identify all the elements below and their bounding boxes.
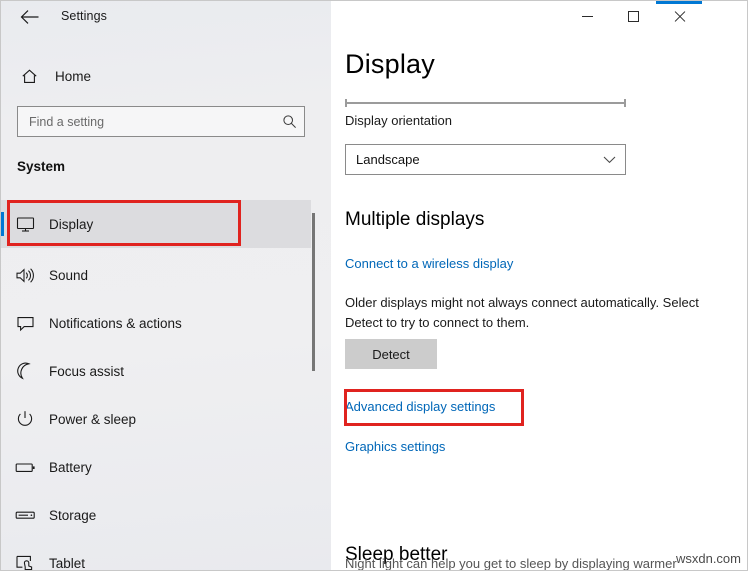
search-box[interactable]	[17, 106, 305, 137]
page-title: Display	[345, 49, 435, 79]
scrollbar-track[interactable]	[345, 102, 626, 104]
advanced-display-settings-link[interactable]: Advanced display settings	[345, 399, 495, 414]
sidebar-item-display[interactable]: Display	[1, 200, 311, 248]
sidebar-item-home[interactable]: Home	[11, 61, 301, 91]
sidebar-home-label: Home	[55, 68, 92, 84]
minimize-icon	[581, 16, 593, 17]
display-orientation-value: Landscape	[356, 152, 420, 167]
sidebar-section-title: System	[17, 159, 66, 174]
scrollbar-cap-right	[624, 99, 626, 107]
horizontal-scrollbar[interactable]	[345, 99, 626, 107]
speaker-icon	[1, 267, 49, 284]
sidebar-scrollbar[interactable]	[310, 191, 316, 570]
selection-accent-bar	[1, 212, 4, 236]
watermark: wsxdn.com	[675, 551, 741, 566]
maximize-button[interactable]	[610, 1, 656, 32]
sidebar: Home System	[1, 1, 331, 571]
monitor-icon	[1, 216, 49, 233]
moon-icon	[1, 362, 49, 380]
battery-icon	[1, 461, 49, 474]
title-bar: Settings	[1, 1, 747, 33]
multiple-displays-description: Older displays might not always connect …	[345, 295, 699, 330]
sidebar-item-power-sleep[interactable]: Power & sleep	[1, 395, 311, 443]
sidebar-item-label: Focus assist	[49, 363, 125, 379]
sidebar-item-battery[interactable]: Battery	[1, 443, 311, 491]
minimize-button[interactable]	[564, 1, 610, 32]
sidebar-item-label: Storage	[49, 507, 97, 523]
power-icon	[1, 410, 49, 428]
multiple-displays-heading: Multiple displays	[345, 209, 485, 230]
detect-button[interactable]: Detect	[345, 339, 437, 369]
sidebar-item-label: Display	[49, 216, 94, 232]
connect-wireless-display-link[interactable]: Connect to a wireless display	[345, 256, 513, 271]
sidebar-item-label: Power & sleep	[49, 411, 137, 427]
home-icon	[11, 68, 47, 85]
graphics-settings-link[interactable]: Graphics settings	[345, 439, 445, 454]
sidebar-item-sound[interactable]: Sound	[1, 251, 311, 299]
close-button[interactable]	[656, 1, 702, 32]
sidebar-item-storage[interactable]: Storage	[1, 491, 311, 539]
window-focus-accent	[656, 1, 702, 4]
chat-bubble-icon	[1, 315, 49, 332]
sidebar-item-tablet[interactable]: Tablet	[1, 539, 311, 571]
back-button[interactable]	[11, 3, 49, 31]
sidebar-item-focus-assist[interactable]: Focus assist	[1, 347, 311, 395]
chevron-down-icon[interactable]	[593, 156, 625, 164]
search-input[interactable]	[18, 114, 274, 129]
sidebar-scrollbar-thumb[interactable]	[312, 213, 315, 371]
settings-window: Home System	[0, 0, 748, 571]
sidebar-item-label: Battery	[49, 459, 92, 475]
search-icon[interactable]	[274, 114, 304, 129]
sidebar-item-label: Sound	[49, 267, 89, 283]
display-orientation-select[interactable]: Landscape	[345, 144, 626, 175]
app-title: Settings	[61, 9, 107, 23]
close-icon	[673, 10, 686, 23]
display-orientation-label: Display orientation	[345, 113, 452, 128]
sidebar-item-label: Notifications & actions	[49, 315, 182, 331]
content-pane: Display Display orientation Landscape Mu…	[331, 1, 747, 570]
tablet-icon	[1, 554, 49, 570]
drive-icon	[1, 509, 49, 521]
sidebar-item-label: Tablet	[49, 555, 86, 571]
maximize-icon	[627, 11, 639, 22]
sidebar-item-notifications[interactable]: Notifications & actions	[1, 299, 311, 347]
